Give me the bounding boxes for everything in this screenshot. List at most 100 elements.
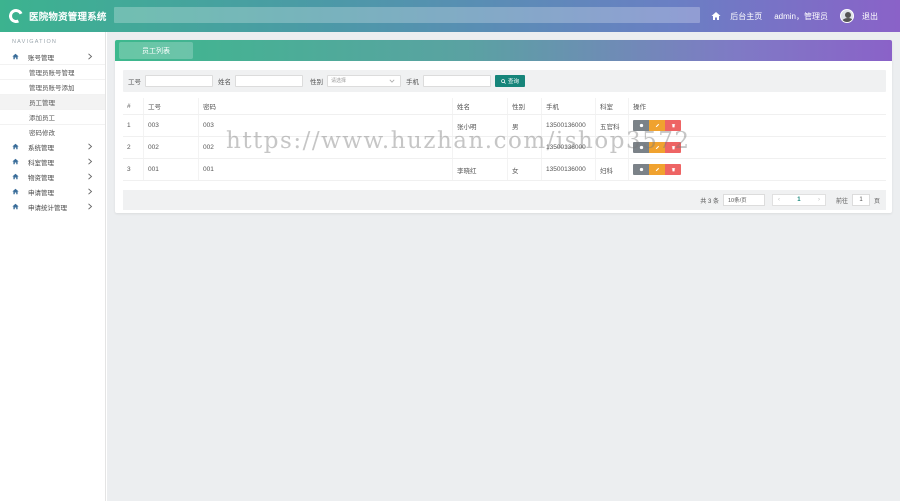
chevron-right-icon [88,203,93,210]
delete-button[interactable] [665,164,681,175]
sidebar-group-label: 科室管理 [28,159,54,167]
view-button[interactable] [633,142,649,153]
sidebar-group-label: 申请管理 [28,189,54,197]
table-row: 3 001 001 李晓红 女 13500136000 妇科 [123,159,886,181]
pencil-icon [655,123,659,128]
sidebar-item-password[interactable]: 密码修改 [0,124,105,139]
cell-password: 001 [199,159,453,180]
sidebar-group-account[interactable]: 账号管理 [0,49,105,64]
total-count: 共 3 条 [700,198,719,205]
chevron-right-icon [88,173,93,180]
cell-department: 五官科 [596,115,629,136]
query-button[interactable]: 查询 [495,75,525,87]
cell-gender: 女 [508,159,542,180]
panel-header: 员工列表 [115,40,892,61]
name-input[interactable] [235,75,303,87]
cell-index: 2 [123,137,144,158]
current-page[interactable]: 1 [785,197,813,203]
sidebar-group-supplies[interactable]: 物资管理 [0,169,105,184]
cell-gender: 男 [508,115,542,136]
cell-password: 003 [199,115,453,136]
edit-button[interactable] [649,120,665,131]
top-bar: 医院物资管理系统 后台主页 admin，管理员 退出 [0,0,900,32]
cell-password: 002 [199,137,453,158]
sidebar-group-label: 物资管理 [28,174,54,182]
table-row: 2 002 002 13500136000 [123,137,886,159]
chevron-right-icon [88,188,93,195]
top-search-bar[interactable] [114,7,700,23]
goto-prefix: 前往 [835,198,848,205]
sidebar-item-admin-manage[interactable]: 管理员账号管理 [0,64,105,79]
tab-staff-list[interactable]: 员工列表 [119,42,193,59]
trash-icon [671,146,675,150]
col-actions: 操作 [633,104,646,111]
sidebar-group-department[interactable]: 科室管理 [0,154,105,169]
trash-icon [671,124,675,128]
home-icon [12,158,19,165]
delete-button[interactable] [665,142,681,153]
edit-button[interactable] [649,142,665,153]
sidebar-item-staff-manage[interactable]: 员工管理 [0,94,105,109]
eye-icon [639,123,643,128]
home-icon [12,188,19,195]
filter-label-gender: 性别 [310,79,323,86]
cell-name [453,137,508,158]
query-button-label: 查询 [507,79,519,85]
app-title: 医院物资管理系统 [29,12,107,23]
sidebar-group-stats[interactable]: 申请统计管理 [0,199,105,214]
staff-table: # 工号 密码 姓名 性别 手机 科室 操作 1 003 003 张小明 男 1… [123,98,886,181]
col-staff-id: 工号 [144,98,199,114]
prev-page-button[interactable]: ‹ [773,197,785,203]
sidebar-item-admin-add[interactable]: 管理员账号添加 [0,79,105,94]
cell-phone: 13500136000 [542,115,596,136]
sidebar-group-requests[interactable]: 申请管理 [0,184,105,199]
cell-staff-id: 003 [144,115,199,136]
home-link[interactable]: 后台主页 [730,11,762,22]
gender-select[interactable]: 请选择 [327,75,401,87]
nav-heading: NAVIGATION [12,39,58,45]
table-row: 1 003 003 张小明 男 13500136000 五官科 [123,115,886,137]
cell-phone: 13500136000 [542,159,596,180]
cell-gender [508,137,542,158]
cell-name: 张小明 [453,115,508,136]
staff-list-panel: 员工列表 工号 姓名 性别 请选择 手机 查询 # 工号 密码 姓名 性别 手机… [115,40,892,213]
next-page-button[interactable]: › [813,197,825,203]
staff-id-input[interactable] [145,75,213,87]
avatar[interactable] [840,9,854,23]
cell-department [596,137,629,158]
sidebar-group-label: 申请统计管理 [28,204,67,212]
col-phone: 手机 [542,98,596,114]
home-icon [12,203,19,210]
logout-link[interactable]: 退出 [862,11,878,22]
sidebar: NAVIGATION 账号管理 管理员账号管理 管理员账号添加 员工管理 添加员… [0,32,106,501]
filter-label-phone: 手机 [406,79,419,86]
trash-icon [671,168,675,172]
cell-phone: 13500136000 [542,137,596,158]
home-icon[interactable] [711,11,721,21]
user-label: admin，管理员 [774,11,828,21]
pencil-icon [655,145,659,150]
cell-department: 妇科 [596,159,629,180]
phone-input[interactable] [423,75,491,87]
sidebar-group-system[interactable]: 系统管理 [0,139,105,154]
view-button[interactable] [633,164,649,175]
delete-button[interactable] [665,120,681,131]
cell-actions [629,159,886,180]
cell-index: 3 [123,159,144,180]
col-gender: 性别 [508,98,542,114]
pagination: 共 3 条 10条/页 ‹ 1 › 前往 1 页 [123,190,886,210]
col-index: # [123,98,144,114]
page-size-select[interactable]: 10条/页 [722,194,765,206]
home-icon [12,53,19,60]
top-right-nav: 后台主页 admin，管理员 退出 [711,0,878,32]
cell-name: 李晓红 [453,159,508,180]
edit-button[interactable] [649,164,665,175]
sidebar-item-staff-add[interactable]: 添加员工 [0,109,105,124]
gender-select-placeholder: 请选择 [331,78,347,84]
view-button[interactable] [633,120,649,131]
cell-staff-id: 002 [144,137,199,158]
chevron-right-icon [88,53,93,60]
eye-icon [639,167,643,172]
main-content: 员工列表 工号 姓名 性别 请选择 手机 查询 # 工号 密码 姓名 性别 手机… [107,32,900,501]
goto-page-input[interactable]: 1 [851,194,870,206]
